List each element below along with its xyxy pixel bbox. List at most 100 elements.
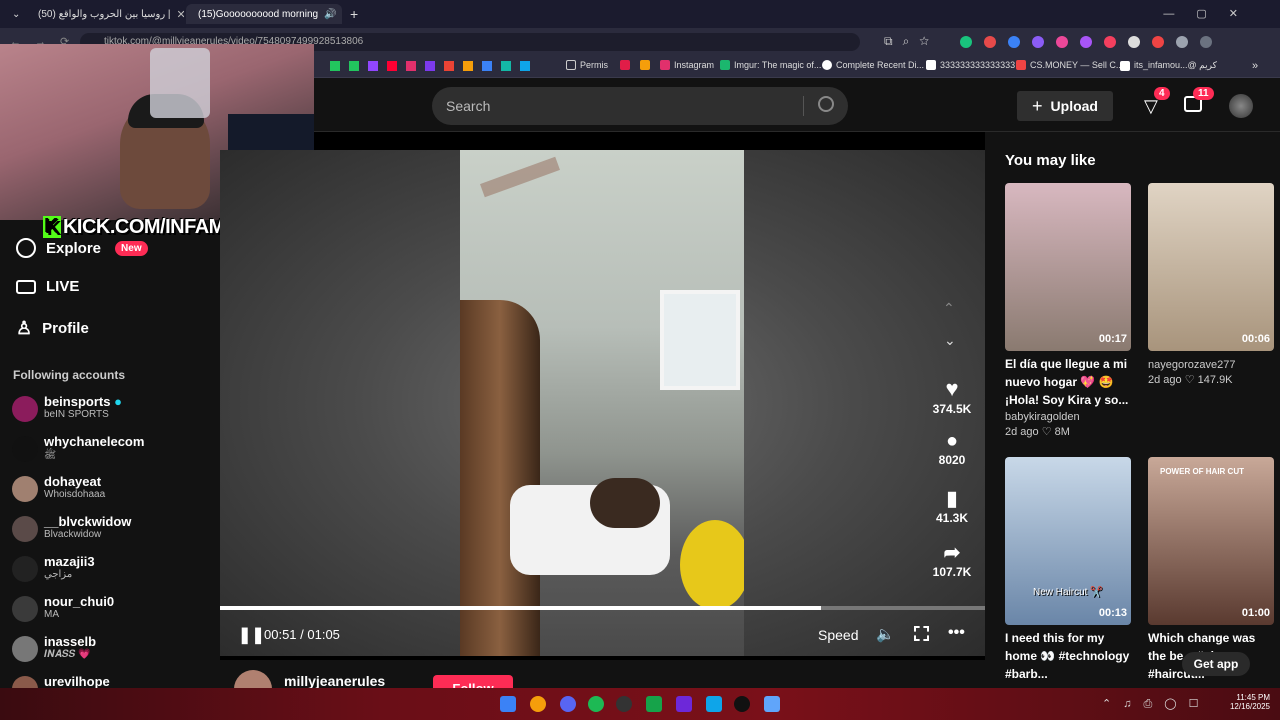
instagram-icon[interactable]	[406, 61, 416, 71]
get-app-button[interactable]: Get app	[1182, 652, 1250, 676]
kick-icon[interactable]	[330, 61, 340, 71]
extension-icon[interactable]	[1104, 36, 1116, 48]
bookmark-item[interactable]: Imgur: The magic of...	[720, 60, 821, 70]
browser-tab[interactable]: (50) روسيا بين الحروب والواقع | ✕	[26, 4, 184, 24]
bookmark-icon[interactable]	[520, 61, 530, 71]
speed-button[interactable]: Speed	[818, 627, 858, 643]
list-item[interactable]: nour_chui0 MA	[12, 594, 114, 622]
app-icon[interactable]	[676, 696, 692, 712]
list-item[interactable]: beinsports ● beIN SPORTS	[12, 394, 122, 422]
pause-icon[interactable]: ❚❚	[238, 625, 265, 645]
extension-icon[interactable]	[1128, 36, 1140, 48]
extension-icons[interactable]	[960, 36, 1230, 48]
bookmark-item[interactable]: its_infamou...@ كريم	[1120, 60, 1217, 71]
author-name[interactable]: millyjeanerules	[284, 673, 385, 689]
extension-icon[interactable]	[960, 36, 972, 48]
discord-icon[interactable]	[560, 696, 576, 712]
window-controls[interactable]: —▢✕	[1163, 7, 1260, 20]
tab-list-button[interactable]: ⌄	[6, 4, 24, 24]
card-title[interactable]: I need this for my home 👀 #technology #b…	[1005, 629, 1131, 683]
app-icon[interactable]	[734, 696, 750, 712]
kick-icon[interactable]	[349, 61, 359, 71]
share-button[interactable]: ➦ 107.7K	[926, 540, 978, 579]
bookmark-item[interactable]: CS.MONEY — Sell C...	[1016, 60, 1123, 70]
comment-button[interactable]: ● 8020	[926, 430, 978, 467]
progress-bar[interactable]	[220, 606, 985, 610]
chevron-up-icon[interactable]: ⌃	[943, 300, 955, 317]
clock-time: 11:45 PM	[1236, 693, 1270, 702]
extension-icon[interactable]	[1008, 36, 1020, 48]
card-user[interactable]: babykiragolden	[1005, 411, 1131, 423]
chrome-icon[interactable]	[530, 696, 546, 712]
chair	[150, 48, 210, 118]
bookmarks-overflow[interactable]: »	[1252, 60, 1258, 72]
video-card[interactable]: 00:06 nayegorozave277 2d ago ♡ 147.9K	[1148, 183, 1274, 386]
upload-button[interactable]: + Upload	[1017, 91, 1113, 121]
chevron-down-icon[interactable]: ⌄	[944, 332, 956, 349]
video-card[interactable]: 00:17 El día que llegue a mi nuevo hogar…	[1005, 183, 1131, 438]
clock[interactable]: 11:45 PM 12/16/2025	[1224, 693, 1270, 711]
search-input[interactable]: Search	[432, 87, 848, 125]
bookmark-item[interactable]: Complete Recent Di...	[822, 60, 924, 70]
gmail-icon[interactable]	[444, 61, 454, 71]
twitch-icon[interactable]	[368, 61, 378, 71]
video-thumbnail[interactable]: 00:17	[1005, 183, 1131, 351]
extension-icon[interactable]	[984, 36, 996, 48]
video-card[interactable]: POWER OF HAIR CUT 01:00 Which change was…	[1148, 457, 1274, 683]
video-thumbnail[interactable]: 00:06	[1148, 183, 1274, 351]
speaker-icon[interactable]: 🔊	[324, 9, 336, 20]
address-actions[interactable]: ⧉⌕☆	[884, 34, 939, 49]
bookmark-item[interactable]	[620, 60, 630, 70]
bookmark-icons[interactable]	[330, 61, 530, 71]
new-tab-button[interactable]: +	[344, 4, 362, 24]
spotify-icon[interactable]	[588, 696, 604, 712]
profile-avatar[interactable]	[1229, 94, 1253, 118]
clock-date: 12/16/2025	[1229, 702, 1270, 711]
bookmark-icon[interactable]	[463, 61, 473, 71]
app-icon[interactable]	[764, 696, 780, 712]
app-icon[interactable]	[646, 696, 662, 712]
sidebar-item-live[interactable]: LIVE	[16, 278, 79, 295]
card-user[interactable]: nayegorozave277	[1148, 359, 1274, 371]
puzzle-icon[interactable]	[1176, 36, 1188, 48]
list-item[interactable]: mazajii3 مزاجي	[12, 554, 95, 582]
close-icon[interactable]: ✕	[177, 8, 184, 21]
bookmark-item[interactable]: 333333333333333	[926, 60, 1015, 70]
youtube-icon[interactable]	[387, 61, 397, 71]
bookmark-icon[interactable]	[501, 61, 511, 71]
list-item[interactable]: whychanelecom ﷺ	[12, 434, 144, 463]
list-item[interactable]: dohayeat Whoisdohaaa	[12, 474, 105, 502]
bookmark-icon[interactable]	[425, 61, 435, 71]
video-thumbnail[interactable]: New Haircut ✂️ 00:13	[1005, 457, 1131, 625]
card-title[interactable]: El día que llegue a mi nuevo hogar 💖 🤩 ¡…	[1005, 355, 1131, 409]
video-thumbnail[interactable]: POWER OF HAIR CUT 01:00	[1148, 457, 1274, 625]
bookmark-item[interactable]: Permis	[566, 60, 608, 70]
fullscreen-icon[interactable]	[914, 626, 929, 641]
extension-icon[interactable]	[1152, 36, 1164, 48]
tray-icons[interactable]: ⌃♫⎙◯☐	[1102, 697, 1210, 711]
avatar[interactable]	[1200, 36, 1212, 48]
more-icon[interactable]: •••	[948, 624, 965, 642]
sidebar-item-profile[interactable]: ♙ Profile	[16, 318, 89, 339]
inbox-icon[interactable]: ▽	[1144, 96, 1158, 117]
bookmark-item[interactable]	[640, 60, 650, 70]
browser-tab-active[interactable]: (15)Goooooooood morning 🔊 ✕	[186, 4, 342, 24]
extension-icon[interactable]	[1080, 36, 1092, 48]
bookmark-icon[interactable]	[482, 61, 492, 71]
sidebar-item-explore[interactable]: Explore New	[16, 238, 148, 258]
extension-icon[interactable]	[1032, 36, 1044, 48]
obs-icon[interactable]	[616, 696, 632, 712]
video-player[interactable]	[220, 150, 985, 656]
app-icon[interactable]	[706, 696, 722, 712]
extension-icon[interactable]	[1056, 36, 1068, 48]
video-card[interactable]: New Haircut ✂️ 00:13 I need this for my …	[1005, 457, 1131, 683]
comment-icon: ●	[945, 430, 959, 452]
list-item[interactable]: inasselb 𝑰𝑵𝑨𝑺𝑺 💗	[12, 634, 96, 662]
windows-start-icon[interactable]	[500, 696, 516, 712]
bookmark-item[interactable]: Instagram	[660, 60, 714, 70]
list-item[interactable]: __blvckwidow Blvackwidow	[12, 514, 131, 542]
bookmark-button[interactable]: ▮ 41.3K	[926, 486, 978, 525]
like-button[interactable]: ♥ 374.5K	[926, 376, 978, 416]
search-icon[interactable]	[818, 96, 834, 112]
volume-icon[interactable]: 🔈	[876, 625, 895, 643]
